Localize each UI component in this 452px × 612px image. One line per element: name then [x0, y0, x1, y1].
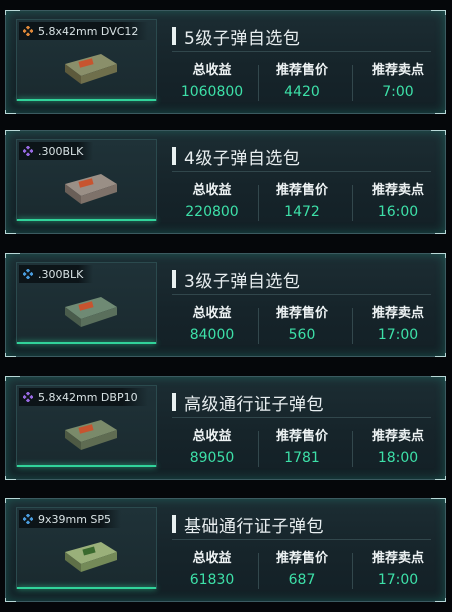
revenue-label: 总收益	[192, 183, 232, 198]
time-stat: 推荐卖点 18:00	[354, 429, 442, 466]
tier-purple-diamond-icon	[23, 392, 33, 402]
ammo-pack-card[interactable]: 9x39mm SP5 基础通行证子弹包 总收益 61830 推荐售价 687 推荐卖…	[5, 498, 446, 602]
item-caliber: 5.8x42mm DBP10	[38, 390, 138, 404]
ammo-box-icon	[65, 297, 117, 327]
ammo-pack-card[interactable]: 5.8x42mm DBP10 高级通行证子弹包 总收益 89050 推荐售价 178…	[5, 376, 446, 480]
item-tag: 9x39mm SP5	[19, 510, 122, 528]
item-caliber: .300BLK	[38, 267, 84, 281]
ammo-box-icon	[65, 54, 117, 84]
revenue-label: 总收益	[192, 551, 232, 566]
pack-title: 3级子弹自选包	[184, 272, 301, 292]
time-label: 推荐卖点	[371, 429, 424, 444]
price-label: 推荐售价	[275, 429, 328, 444]
item-caliber: 9x39mm SP5	[38, 512, 112, 526]
ammo-pack-card[interactable]: .300BLK 4级子弹自选包 总收益 220800 推荐售价 1472 推荐卖点 1…	[5, 130, 446, 234]
item-tag: 5.8x42mm DBP10	[19, 388, 148, 406]
revenue-value: 1060800	[180, 84, 244, 100]
revenue-stat: 总收益 89050	[168, 429, 256, 466]
time-value: 16:00	[377, 204, 419, 220]
price-label: 推荐售价	[275, 551, 328, 566]
item-caliber: 5.8x42mm DVC12	[38, 24, 139, 38]
item-tag: .300BLK	[19, 265, 94, 283]
time-stat: 推荐卖点 17:00	[354, 551, 442, 588]
time-label: 推荐卖点	[371, 63, 424, 78]
price-value: 4420	[284, 84, 320, 100]
item-slot[interactable]: .300BLK	[16, 139, 157, 221]
pack-title: 4级子弹自选包	[184, 149, 301, 169]
price-stat: 推荐售价 687	[258, 551, 346, 588]
revenue-stat: 总收益 84000	[168, 306, 256, 343]
revenue-label: 总收益	[192, 63, 232, 78]
item-tag: .300BLK	[19, 142, 94, 160]
time-value: 7:00	[382, 84, 414, 100]
revenue-value: 84000	[189, 327, 235, 343]
time-label: 推荐卖点	[371, 306, 424, 321]
ammo-box-icon	[65, 174, 117, 204]
revenue-value: 89050	[189, 450, 235, 466]
item-caliber: .300BLK	[38, 144, 84, 158]
price-label: 推荐售价	[275, 183, 328, 198]
item-tag: 5.8x42mm DVC12	[19, 22, 149, 40]
item-slot[interactable]: .300BLK	[16, 262, 157, 344]
price-label: 推荐售价	[275, 306, 328, 321]
item-slot[interactable]: 9x39mm SP5	[16, 507, 157, 589]
pack-title: 高级通行证子弹包	[184, 395, 324, 415]
revenue-label: 总收益	[192, 429, 232, 444]
price-value: 560	[288, 327, 316, 343]
ammo-box-icon	[65, 420, 117, 450]
tier-gold-diamond-icon	[23, 26, 33, 36]
price-label: 推荐售价	[275, 63, 328, 78]
revenue-stat: 总收益 1060800	[168, 63, 256, 100]
item-slot[interactable]: 5.8x42mm DBP10	[16, 385, 157, 467]
pack-title: 5级子弹自选包	[184, 29, 301, 49]
ammo-pack-card[interactable]: 5.8x42mm DVC12 5级子弹自选包 总收益 1060800 推荐售价 44…	[5, 10, 446, 114]
tier-blue-diamond-icon	[23, 514, 33, 524]
tier-blue-diamond-icon	[23, 269, 33, 279]
tier-purple-diamond-icon	[23, 146, 33, 156]
ammo-box-icon	[65, 542, 117, 572]
price-value: 687	[288, 572, 316, 588]
price-value: 1781	[284, 450, 320, 466]
time-stat: 推荐卖点 7:00	[354, 63, 442, 100]
time-value: 18:00	[377, 450, 419, 466]
time-stat: 推荐卖点 17:00	[354, 306, 442, 343]
time-value: 17:00	[377, 327, 419, 343]
time-label: 推荐卖点	[371, 183, 424, 198]
time-label: 推荐卖点	[371, 551, 424, 566]
revenue-value: 220800	[185, 204, 239, 220]
time-value: 17:00	[377, 572, 419, 588]
price-stat: 推荐售价 560	[258, 306, 346, 343]
revenue-stat: 总收益 220800	[168, 183, 256, 220]
revenue-value: 61830	[189, 572, 235, 588]
price-value: 1472	[284, 204, 320, 220]
item-slot[interactable]: 5.8x42mm DVC12	[16, 19, 157, 101]
price-stat: 推荐售价 1781	[258, 429, 346, 466]
price-stat: 推荐售价 4420	[258, 63, 346, 100]
pack-title: 基础通行证子弹包	[184, 517, 324, 537]
revenue-label: 总收益	[192, 306, 232, 321]
ammo-pack-card[interactable]: .300BLK 3级子弹自选包 总收益 84000 推荐售价 560 推荐卖点 17:…	[5, 253, 446, 357]
revenue-stat: 总收益 61830	[168, 551, 256, 588]
time-stat: 推荐卖点 16:00	[354, 183, 442, 220]
price-stat: 推荐售价 1472	[258, 183, 346, 220]
